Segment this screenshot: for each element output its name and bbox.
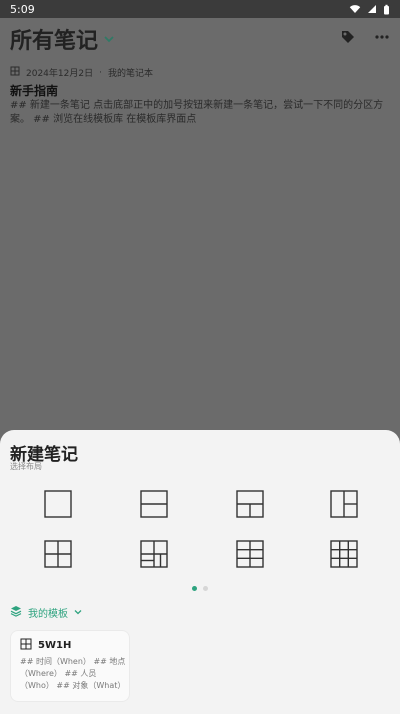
layout-option[interactable] [330,490,358,518]
template-card[interactable]: 5W1H ## 时间（When） ## 地点（Where） ## 人员（Who）… [10,630,130,702]
app-bar: 所有笔记 [0,18,400,60]
chevron-down-icon[interactable] [104,32,114,46]
grid-icon [10,66,20,79]
layout-four-icon [44,540,72,568]
page-title[interactable]: 所有笔记 [10,23,98,55]
page-indicator [0,586,400,591]
layout-option[interactable] [236,490,264,518]
note-separator: · [99,67,102,78]
layout-quad-split-icon [140,540,168,568]
layout-option[interactable] [140,490,168,518]
sheet-subtitle: 选择布局 [10,462,42,471]
layout-two-rows-icon [140,490,168,518]
template-preview: ## 时间（When） ## 地点（Where） ## 人员（Who） ## 对… [20,657,126,690]
template-grid-icon [20,638,32,653]
status-icons [349,4,390,15]
status-bar: 5:09 [0,0,400,18]
template-name: 5W1H [38,640,72,651]
layout-option[interactable] [140,540,168,568]
page-dot-active[interactable] [192,586,197,591]
new-note-sheet: 新建笔记 选择布局 我的模板 5W1H ## 时间（When） ## 地点（Wh… [0,430,400,714]
layout-option[interactable] [236,540,264,568]
note-preview[interactable]: ## 新建一条笔记 点击底部正中的加号按钮来新建一条笔记，尝试一下不同的分区方案… [10,99,390,127]
wifi-icon [349,5,361,13]
layout-option[interactable] [44,490,72,518]
layers-icon [10,605,22,620]
template-title: 5W1H [20,638,71,653]
more-icon[interactable] [374,29,390,49]
page-dot[interactable] [203,586,208,591]
battery-icon [384,4,389,14]
my-templates-label: 我的模板 [28,609,68,620]
layout-grid [0,486,400,596]
chevron-down-icon [74,607,82,618]
app-bar-actions [340,29,390,49]
layout-option[interactable] [330,540,358,568]
signal-icon [368,5,376,13]
layout-nine-icon [330,540,358,568]
layout-six-icon [236,540,264,568]
status-time: 5:09 [10,2,35,16]
layout-single-icon [44,490,72,518]
layout-right-split-icon [330,490,358,518]
note-date: 2024年12月2日 [26,69,94,79]
layout-top-split-icon [236,490,264,518]
note-notebook: 我的笔记本 [107,69,153,79]
tag-icon[interactable] [340,29,356,49]
layout-option[interactable] [44,540,72,568]
note-title[interactable]: 新手指南 [10,82,58,99]
my-templates-header[interactable]: 我的模板 [10,605,82,620]
note-meta: 2024年12月2日 · 我的笔记本 [10,66,153,79]
